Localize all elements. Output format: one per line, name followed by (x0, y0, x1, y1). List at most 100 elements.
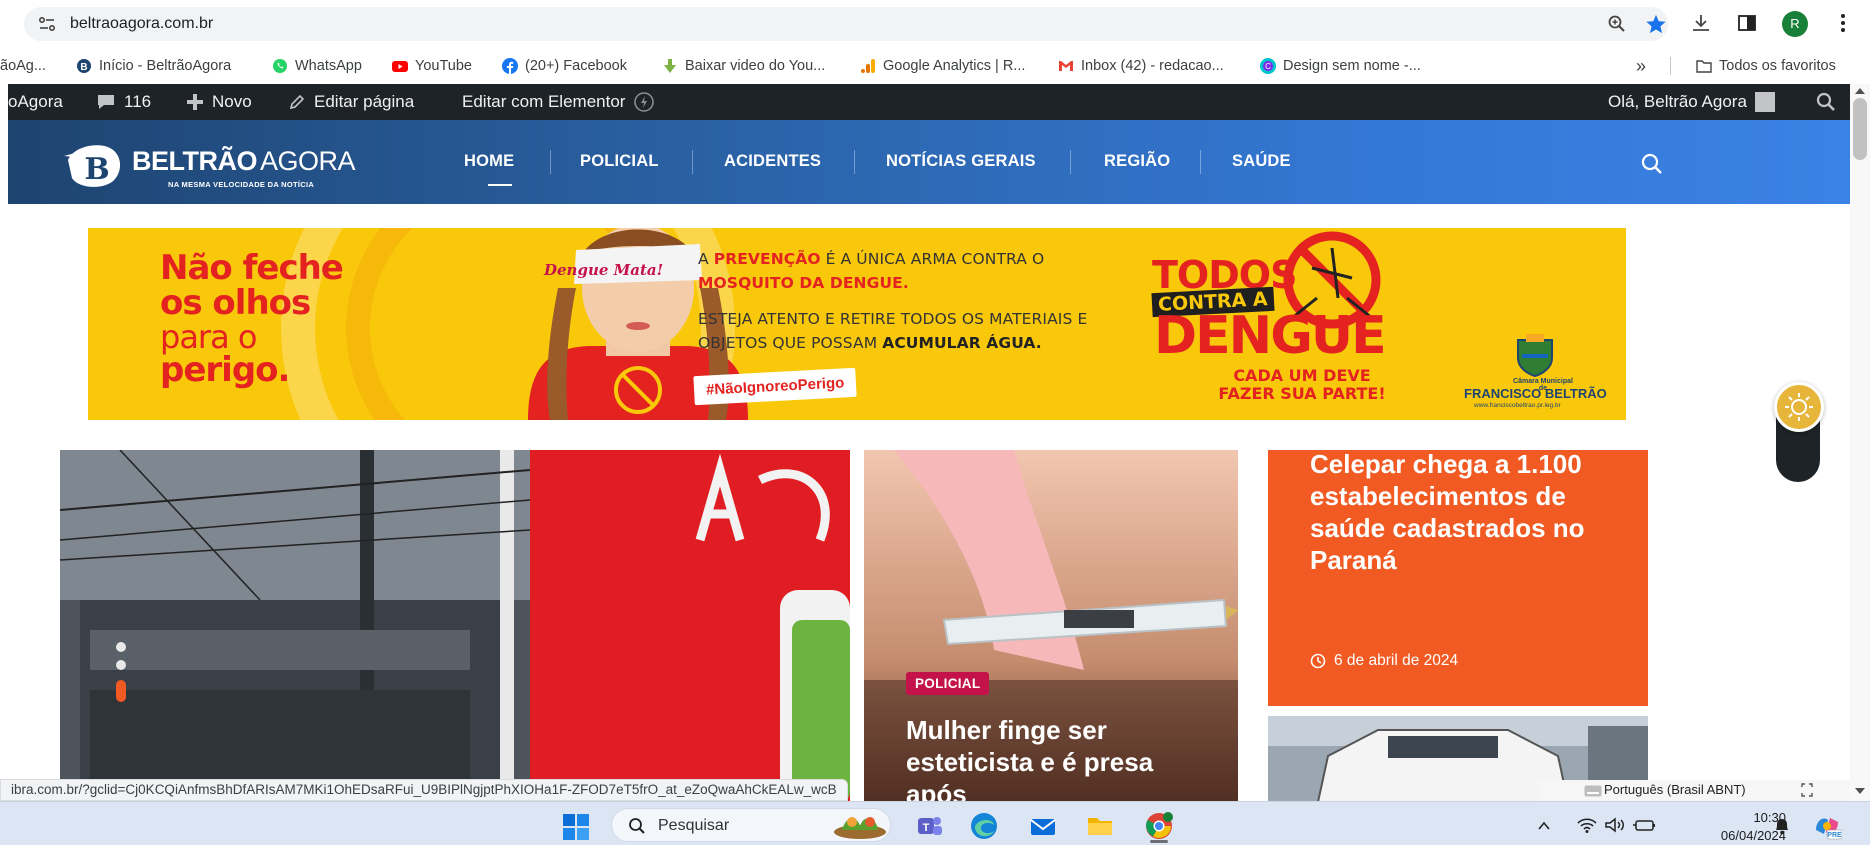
new-label: Novo (212, 92, 252, 111)
nav-home[interactable]: HOME (464, 152, 514, 171)
bookmarks-overflow-button[interactable]: » (1636, 56, 1646, 76)
sun-icon[interactable] (1774, 382, 1824, 432)
nav-active-indicator (488, 184, 512, 186)
svg-text:PRE: PRE (1827, 832, 1842, 839)
nav-saude[interactable]: SAÚDE (1232, 152, 1291, 171)
language-label[interactable]: Português (Brasil ABNT) (1604, 782, 1746, 797)
taskbar-search-placeholder[interactable]: Pesquisar (658, 817, 729, 835)
chrome-icon[interactable] (1144, 811, 1174, 841)
bookmark-item[interactable]: B Início - BeltrãoAgora (76, 56, 231, 76)
banner-copy-line: ESTEJA ATENTO E RETIRE TODOS OS MATERIAI… (698, 310, 1087, 328)
slider-dot[interactable] (116, 660, 126, 670)
edit-elementor-label: Editar com Elementor (462, 92, 626, 111)
url-text[interactable]: beltraoagora.com.br (70, 15, 213, 33)
wp-site-label: oAgora (8, 92, 63, 111)
bookmark-item[interactable]: ãoAg... (0, 56, 46, 76)
blindfold-label: Dengue Mata! (544, 261, 664, 279)
banner-copy-bold: ACUMULAR ÁGUA. (882, 334, 1042, 352)
nav-acidentes[interactable]: ACIDENTES (724, 152, 821, 171)
category-badge[interactable]: POLICIAL (906, 672, 990, 695)
edit-page-label: Editar página (314, 92, 415, 111)
nav-policial[interactable]: POLICIAL (580, 152, 659, 171)
bookmark-star-icon[interactable] (1645, 13, 1667, 35)
zoom-icon[interactable] (1607, 14, 1627, 34)
windows-start-icon[interactable] (562, 813, 590, 841)
taskbar-active-indicator (1150, 840, 1168, 843)
copilot-icon[interactable]: PRE (1812, 812, 1842, 840)
banner-copy-bold: MOSQUITO DA DENGUE. (698, 274, 909, 292)
bookmark-item[interactable]: Inbox (42) - redacao... (1058, 56, 1224, 76)
gmail-icon (1059, 61, 1073, 71)
volume-icon[interactable] (1604, 816, 1626, 834)
nav-divider (1070, 150, 1071, 174)
edge-icon[interactable] (969, 811, 999, 841)
whatsapp-icon (273, 59, 287, 73)
slider-dot[interactable] (116, 642, 126, 652)
bookmark-item[interactable]: Baixar video do You... (662, 56, 825, 76)
banner-copy-text: ESTEJA ATENTO E RETIRE TODOS OS MATERIAI… (698, 310, 1088, 328)
dengue-ad-banner[interactable]: Não feche os olhos para o perigo. Dengue… (88, 228, 1626, 420)
expand-icon[interactable] (1800, 782, 1814, 798)
hero-slider-card[interactable] (60, 450, 850, 802)
svg-text:T: T (923, 822, 930, 834)
slider-dot-active[interactable] (116, 680, 126, 702)
link-status-bubble: ibra.com.br/?gclid=Cj0KCQiAnfmsBhDfARIsA… (0, 779, 848, 801)
clock-icon (1310, 653, 1326, 669)
profile-avatar[interactable]: R (1782, 11, 1808, 37)
kebab-menu-icon[interactable] (1832, 12, 1854, 34)
nav-regiao[interactable]: REGIÃO (1104, 152, 1170, 171)
banner-copy-line: MOSQUITO DA DENGUE. (698, 274, 909, 292)
search-icon[interactable] (1640, 152, 1664, 176)
notification-bell-icon[interactable] (1772, 816, 1792, 836)
bookmark-label: Design sem nome -... (1283, 58, 1421, 74)
scroll-down-arrow-icon[interactable] (1854, 786, 1866, 796)
download-icon[interactable] (1690, 12, 1712, 34)
clock-date[interactable]: 06/04/2024 (1676, 828, 1786, 843)
svg-text:B: B (80, 62, 87, 73)
wp-account-menu[interactable]: Olá, Beltrão Agora (1608, 92, 1775, 112)
bookmark-item[interactable]: Google Analytics | R... (860, 56, 1025, 76)
nav-divider (1200, 150, 1201, 174)
wp-edit-elementor-button[interactable]: Editar com Elementor (462, 92, 655, 112)
news-card-title[interactable]: Mulher finge ser esteticista e é presa a… (906, 714, 1206, 810)
nav-divider (550, 150, 551, 174)
scrollbar-thumb[interactable] (1853, 98, 1867, 160)
wp-new-button[interactable]: Novo (186, 92, 252, 112)
teams-icon[interactable]: T (914, 811, 944, 841)
page-scrollbar[interactable] (1850, 84, 1870, 801)
all-bookmarks-button[interactable]: Todos os favoritos (1696, 56, 1836, 76)
wp-admin-bar: oAgora 116 Novo Editar página Editar com… (8, 84, 1870, 120)
side-panel-icon[interactable] (1736, 12, 1758, 34)
site-logo[interactable]: B BELTRÃO AGORA NA MESMA VELOCIDADE DA N… (64, 142, 384, 189)
wifi-icon[interactable] (1576, 816, 1598, 834)
mail-icon[interactable] (1028, 811, 1058, 841)
banner-headline-line: os olhos (160, 283, 311, 323)
chevron-up-icon[interactable] (1536, 818, 1552, 834)
date-label: 6 de abril de 2024 (1334, 652, 1459, 669)
bookmark-item[interactable]: C Design sem nome -... (1260, 56, 1421, 76)
address-bar[interactable]: beltraoagora.com.br (24, 7, 1668, 41)
site-info-icon[interactable] (38, 15, 56, 33)
bookmark-item[interactable]: WhatsApp (272, 56, 362, 76)
wp-comments-button[interactable]: 116 (96, 92, 151, 112)
bookmark-item[interactable]: YouTube (392, 56, 472, 76)
wp-avatar (1754, 92, 1775, 112)
comments-count: 116 (124, 92, 152, 111)
bookmark-label: Google Analytics | R... (883, 58, 1026, 74)
news-card-saude[interactable]: Celepar chega a 1.100 estabelecimentos d… (1268, 450, 1648, 706)
wp-site-name[interactable]: oAgora (8, 92, 63, 112)
bookmark-item[interactable]: (20+) Facebook (502, 56, 627, 76)
scroll-up-arrow-icon[interactable] (1854, 86, 1866, 96)
keyboard-icon (1584, 785, 1602, 797)
file-explorer-icon[interactable] (1085, 811, 1115, 841)
nav-noticias-gerais[interactable]: NOTÍCIAS GERAIS (886, 152, 1036, 171)
wp-search-icon[interactable] (1816, 92, 1836, 112)
banner-copy-text: A (698, 250, 714, 268)
wp-edit-page-button[interactable]: Editar página (288, 92, 414, 112)
svg-text:B: B (84, 152, 109, 187)
battery-icon[interactable] (1632, 816, 1656, 834)
slider-pagination (114, 642, 128, 704)
news-card-title[interactable]: Celepar chega a 1.100 estabelecimentos d… (1310, 450, 1610, 576)
news-card-date: 6 de abril de 2024 (1310, 652, 1458, 670)
banner-dengue: DENGUE (1154, 306, 1387, 366)
